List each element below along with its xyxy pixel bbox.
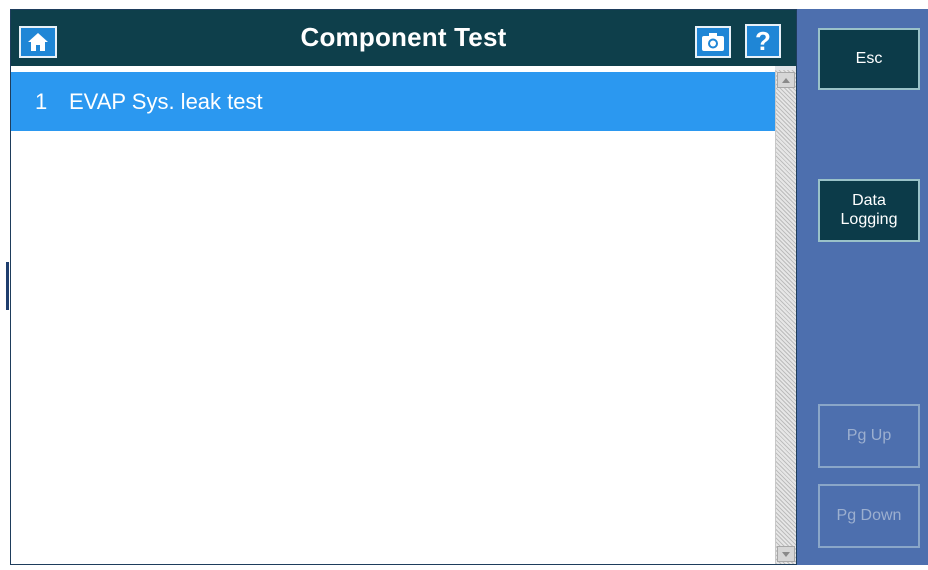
page-up-button[interactable]: Pg Up	[818, 404, 920, 468]
arrow-up-icon	[782, 77, 790, 83]
data-logging-button[interactable]: Data Logging	[818, 179, 920, 242]
scroll-down-button[interactable]	[777, 546, 795, 562]
page-down-button[interactable]: Pg Down	[818, 484, 920, 548]
arrow-down-icon	[782, 551, 790, 557]
list-item-evap-leak-test[interactable]: 1 EVAP Sys. leak test	[11, 72, 775, 131]
vertical-scrollbar[interactable]	[775, 70, 796, 564]
bottom-edge	[0, 565, 928, 570]
side-panel: Esc Data Logging Pg Up Pg Down	[797, 9, 928, 565]
help-button[interactable]: ?	[745, 24, 781, 58]
page-down-button-label: Pg Down	[836, 506, 902, 524]
esc-button[interactable]: Esc	[818, 28, 920, 90]
main-panel: Component Test ? 1 EVAP Sys. leak test	[10, 9, 797, 565]
page-title: Component Test	[300, 22, 507, 52]
scroll-up-button[interactable]	[777, 72, 795, 88]
camera-icon	[702, 33, 724, 51]
page-up-button-label: Pg Up	[846, 426, 892, 444]
list-item-label: EVAP Sys. leak test	[69, 88, 263, 114]
title-bar: Component Test ?	[11, 10, 796, 66]
esc-button-label: Esc	[855, 49, 883, 67]
screenshot-button[interactable]	[695, 26, 731, 58]
list-item-number: 1	[35, 88, 48, 114]
help-icon: ?	[755, 26, 771, 56]
component-list: 1 EVAP Sys. leak test	[11, 70, 775, 564]
left-edge-marker	[6, 262, 9, 310]
data-logging-button-label: Data Logging	[840, 192, 898, 228]
